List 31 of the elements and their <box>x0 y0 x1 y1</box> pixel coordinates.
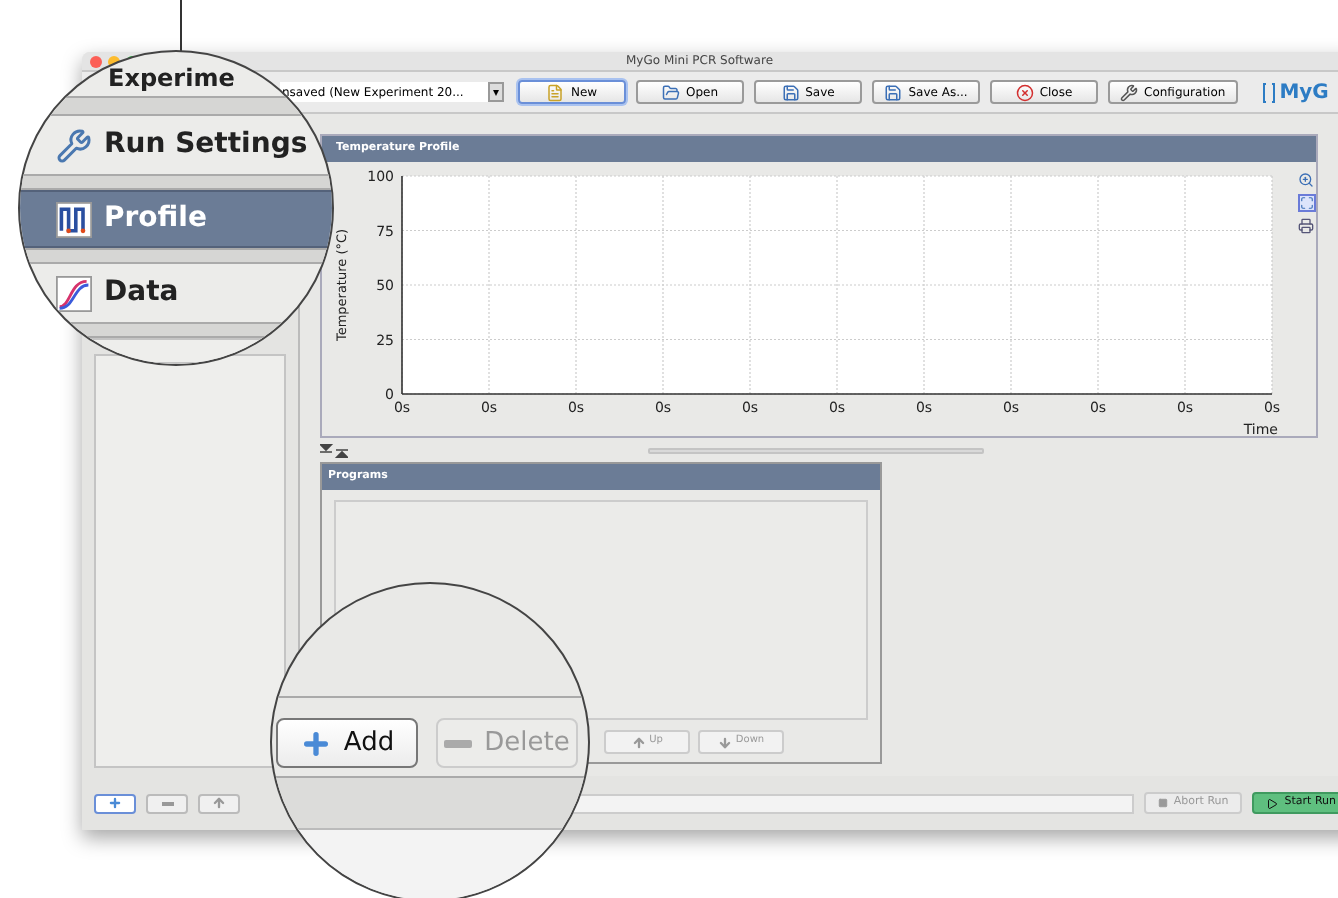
play-icon <box>1266 797 1279 809</box>
sidebar-item[interactable]: Profile <box>20 190 332 248</box>
remove-button[interactable] <box>146 793 188 813</box>
stop-icon <box>1157 798 1168 808</box>
document-icon <box>546 83 565 101</box>
zoom-in-icon[interactable] <box>1298 172 1314 188</box>
sidebar-item[interactable]: Run Settings <box>20 116 312 174</box>
plus-icon <box>108 796 122 810</box>
splitter-handle[interactable] <box>648 447 984 453</box>
sidebar-item[interactable]: Experime <box>20 60 239 96</box>
square-wave-icon <box>56 201 92 237</box>
folder-icon <box>661 83 680 101</box>
minus-icon <box>161 801 173 805</box>
plus-icon <box>299 727 332 759</box>
logo-text: MyG <box>1279 79 1329 107</box>
fit-view-icon[interactable] <box>1298 194 1316 212</box>
wrench-icon <box>1120 83 1138 101</box>
sidebar-item[interactable]: Data <box>20 264 183 322</box>
bracket-logo-icon <box>1261 81 1276 103</box>
collapse-arrows-icon[interactable] <box>320 443 348 457</box>
curve-chart-icon <box>56 275 92 311</box>
close-icon <box>1015 83 1034 101</box>
arrow-up-icon <box>631 735 646 749</box>
add-button[interactable] <box>94 793 136 813</box>
program-button[interactable]: Add <box>276 718 418 768</box>
move-up-button[interactable] <box>198 793 240 813</box>
arrow-down-icon <box>717 735 732 749</box>
minus-icon <box>444 739 473 747</box>
arrow-up-icon <box>212 796 226 810</box>
printer-icon[interactable] <box>1298 218 1314 234</box>
wrench-icon <box>56 127 92 163</box>
